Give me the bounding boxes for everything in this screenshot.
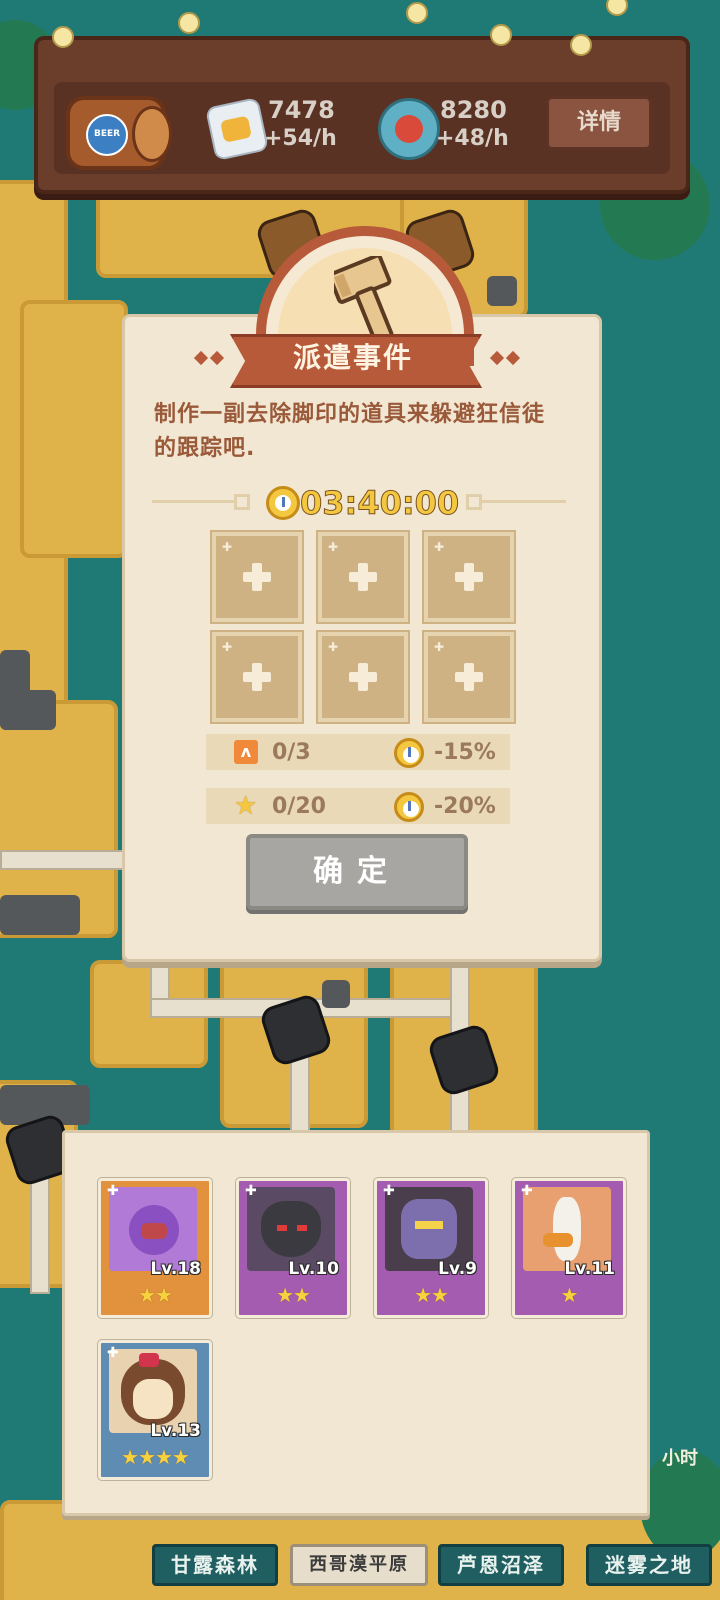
- string-lights: [38, 0, 686, 62]
- map-rock: [322, 980, 350, 1008]
- dispatch-timer: 03:40:00: [299, 484, 460, 523]
- flag-icon: ʌ: [234, 740, 258, 764]
- crisps-rate: +54/h: [264, 126, 337, 151]
- divider: [152, 500, 234, 503]
- bottle-cap-icon: [378, 98, 440, 160]
- hero-level: Lv.10: [288, 1259, 339, 1279]
- region-label-ganlu-forest[interactable]: 甘露森林: [152, 1544, 278, 1586]
- star-icon: ★: [234, 791, 258, 821]
- requirement-count: 0/3: [272, 740, 311, 765]
- hero-card[interactable]: ✚ Lv.11 ★: [512, 1178, 626, 1318]
- hero-stars: ★★: [276, 1283, 311, 1307]
- hero-card[interactable]: ✚ Lv.9 ★★: [374, 1178, 488, 1318]
- crisps-icon: [204, 96, 270, 162]
- beer-barrel-icon[interactable]: BEER: [66, 96, 172, 170]
- hero-level: Lv.18: [150, 1259, 201, 1279]
- hero-level: Lv.9: [438, 1259, 477, 1279]
- hero-slot[interactable]: ✚: [422, 630, 516, 724]
- map-rock: [0, 690, 56, 730]
- divider-ornament: [234, 494, 250, 510]
- dialog-title: 派遣事件: [292, 341, 413, 374]
- map-rock: [0, 895, 80, 935]
- hero-slot[interactable]: ✚: [316, 530, 410, 624]
- hero-level: Lv.13: [150, 1421, 201, 1441]
- beer-logo: BEER: [86, 114, 128, 156]
- hero-stars: ★★: [414, 1283, 449, 1307]
- divider-ornament: [466, 494, 482, 510]
- hero-tag-icon: ✚: [107, 1345, 119, 1361]
- clock-icon: [266, 486, 300, 520]
- crisps-amount: 7478: [268, 96, 335, 124]
- hero-tag-icon: ✚: [383, 1183, 395, 1199]
- hero-card[interactable]: ✚ Lv.13 ★★★★: [98, 1340, 212, 1480]
- region-label-west-plain[interactable]: 西哥漠平原: [290, 1544, 428, 1586]
- region-label-mist-land[interactable]: 迷雾之地: [586, 1544, 712, 1586]
- side-hint: 小时: [662, 1448, 698, 1469]
- details-button[interactable]: 详情: [546, 96, 652, 150]
- hero-stars: ★★★★: [121, 1445, 190, 1469]
- clock-icon: [394, 792, 424, 822]
- requirement-count: 0/20: [272, 794, 326, 819]
- resource-bar: BEER 7478 +54/h 8280 +48/h 详情: [34, 0, 690, 194]
- dialog-description: 制作一副去除脚印的道具来躲避狂信徒的跟踪吧.: [154, 402, 546, 461]
- map-rock: [487, 276, 517, 306]
- hero-stars: ★: [560, 1283, 579, 1307]
- hero-slot[interactable]: ✚: [422, 530, 516, 624]
- hero-tag-icon: ✚: [245, 1183, 257, 1199]
- hero-tag-icon: ✚: [107, 1183, 119, 1199]
- hero-slot[interactable]: ✚: [210, 630, 304, 724]
- hero-slot[interactable]: ✚: [210, 530, 304, 624]
- map-road: [0, 850, 124, 870]
- time-bonus: -20%: [434, 794, 496, 819]
- hero-slot[interactable]: ✚: [316, 630, 410, 724]
- caps-amount: 8280: [440, 96, 507, 124]
- hero-level: Lv.11: [564, 1259, 615, 1279]
- caps-rate: +48/h: [436, 126, 509, 151]
- clock-icon: [394, 738, 424, 768]
- hero-card[interactable]: ✚ Lv.10 ★★: [236, 1178, 350, 1318]
- map-tile: [20, 300, 128, 558]
- divider: [482, 500, 566, 503]
- confirm-button[interactable]: 确定: [246, 834, 468, 910]
- hero-stars: ★★: [138, 1283, 173, 1307]
- region-label-luen-swamp[interactable]: 芦恩沼泽: [438, 1544, 564, 1586]
- hero-card[interactable]: ✚ Lv.18 ★★: [98, 1178, 212, 1318]
- hero-tag-icon: ✚: [521, 1183, 533, 1199]
- time-bonus: -15%: [434, 740, 496, 765]
